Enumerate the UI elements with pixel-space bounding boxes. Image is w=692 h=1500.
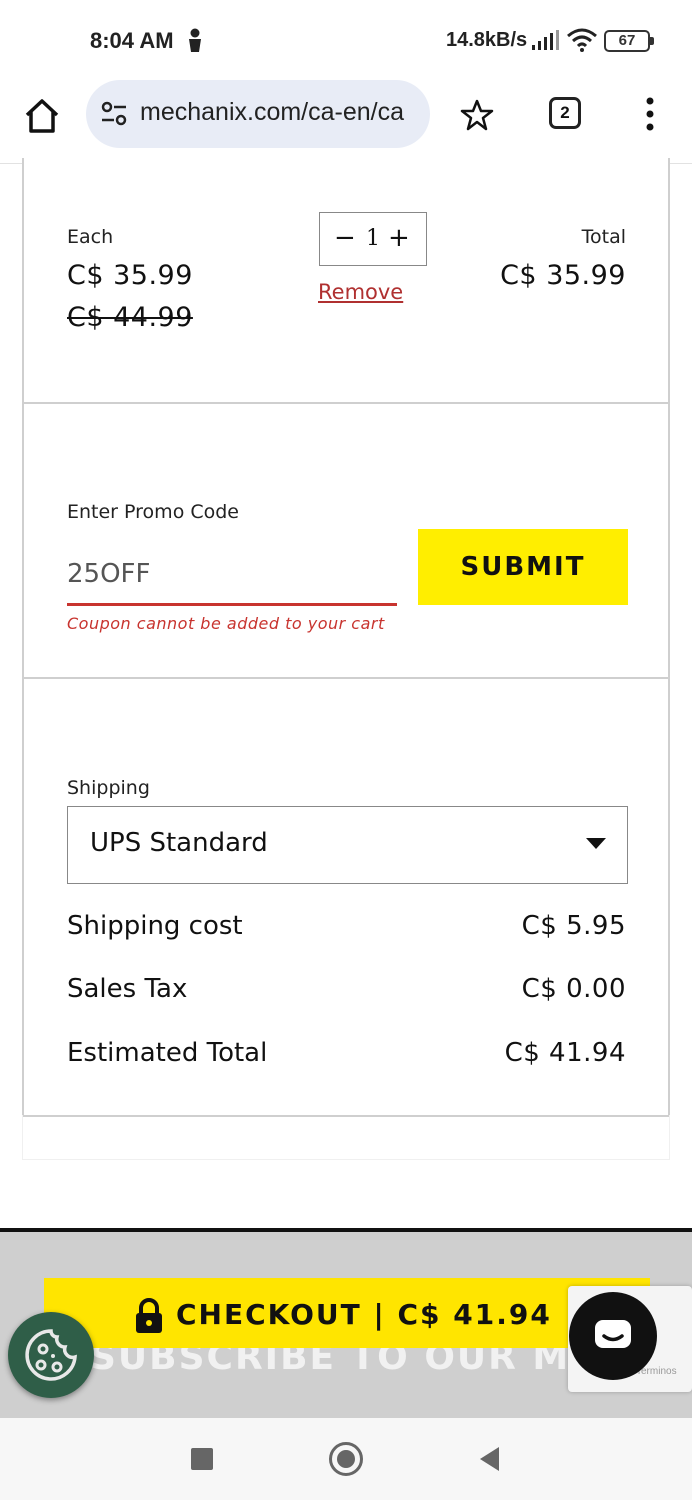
signal-icon — [532, 30, 559, 50]
increase-quantity-button[interactable]: + — [388, 223, 410, 253]
checkout-label: CHECKOUT | C$ 41.94 — [176, 1298, 552, 1331]
recents-icon[interactable] — [191, 1448, 213, 1470]
shipping-method-select[interactable]: UPS Standard — [67, 806, 628, 884]
address-bar[interactable]: mechanix.com/ca-en/ca — [86, 80, 430, 148]
person-icon — [189, 28, 201, 52]
chat-button[interactable] — [569, 1292, 657, 1380]
checkout-button[interactable]: CHECKOUT | C$ 41.94 — [44, 1278, 650, 1348]
total-label: Total — [581, 226, 626, 248]
url-text: mechanix.com/ca-en/ca — [140, 98, 405, 126]
estimated-total-value: C$ 41.94 — [504, 1038, 626, 1068]
promo-panel: Enter Promo Code Coupon cannot be added … — [22, 402, 670, 680]
promo-submit-button[interactable]: SUBMIT — [418, 529, 628, 605]
cart-item-panel: Each C$ 35.99 C$ 44.99 − 1 + Remove Tota… — [22, 158, 670, 404]
battery-icon: 67 — [604, 30, 654, 52]
original-price: C$ 44.99 — [67, 302, 193, 333]
status-bar: 8:04 AM 14.8kB/s 67 — [0, 0, 692, 80]
panel-spacer — [22, 1115, 670, 1160]
each-label: Each — [67, 226, 114, 248]
home-icon[interactable] — [22, 96, 62, 136]
wifi-icon — [567, 28, 597, 52]
sales-tax-value: C$ 0.00 — [521, 974, 626, 1004]
shipping-cost-label: Shipping cost — [67, 911, 243, 941]
sales-tax-label: Sales Tax — [67, 974, 188, 1004]
cookie-icon — [25, 1329, 77, 1381]
bookmark-star-icon[interactable] — [460, 98, 494, 132]
shipping-cost-value: C$ 5.95 — [521, 911, 626, 941]
network-speed: 14.8kB/s — [446, 29, 528, 51]
remove-item-link[interactable]: Remove — [318, 280, 403, 304]
promo-code-input[interactable] — [67, 544, 397, 606]
cookie-settings-button[interactable] — [8, 1312, 94, 1398]
more-menu-icon[interactable] — [640, 96, 660, 132]
quantity-value[interactable]: 1 — [366, 226, 380, 251]
lock-icon — [136, 1298, 162, 1333]
chat-icon — [595, 1320, 631, 1348]
shipping-method-value: UPS Standard — [90, 828, 268, 858]
browser-toolbar: mechanix.com/ca-en/ca 2 — [0, 80, 692, 164]
status-time: 8:04 AM — [90, 28, 174, 53]
decrease-quantity-button[interactable]: − — [334, 223, 356, 253]
back-icon[interactable] — [478, 1446, 500, 1472]
shipping-panel: Shipping UPS Standard Shipping cost C$ 5… — [22, 677, 670, 1117]
estimated-total-label: Estimated Total — [67, 1038, 268, 1068]
system-nav-bar — [0, 1418, 692, 1500]
promo-label: Enter Promo Code — [67, 501, 239, 523]
chevron-down-icon — [586, 838, 606, 849]
promo-error-message: Coupon cannot be added to your cart — [67, 614, 385, 633]
item-total-price: C$ 35.99 — [500, 260, 626, 291]
site-settings-icon[interactable] — [100, 100, 128, 128]
home-nav-icon[interactable] — [329, 1442, 363, 1476]
each-price: C$ 35.99 — [67, 260, 193, 291]
tab-switcher-button[interactable]: 2 — [549, 97, 581, 129]
shipping-label: Shipping — [67, 777, 150, 799]
quantity-stepper: − 1 + — [319, 212, 427, 266]
